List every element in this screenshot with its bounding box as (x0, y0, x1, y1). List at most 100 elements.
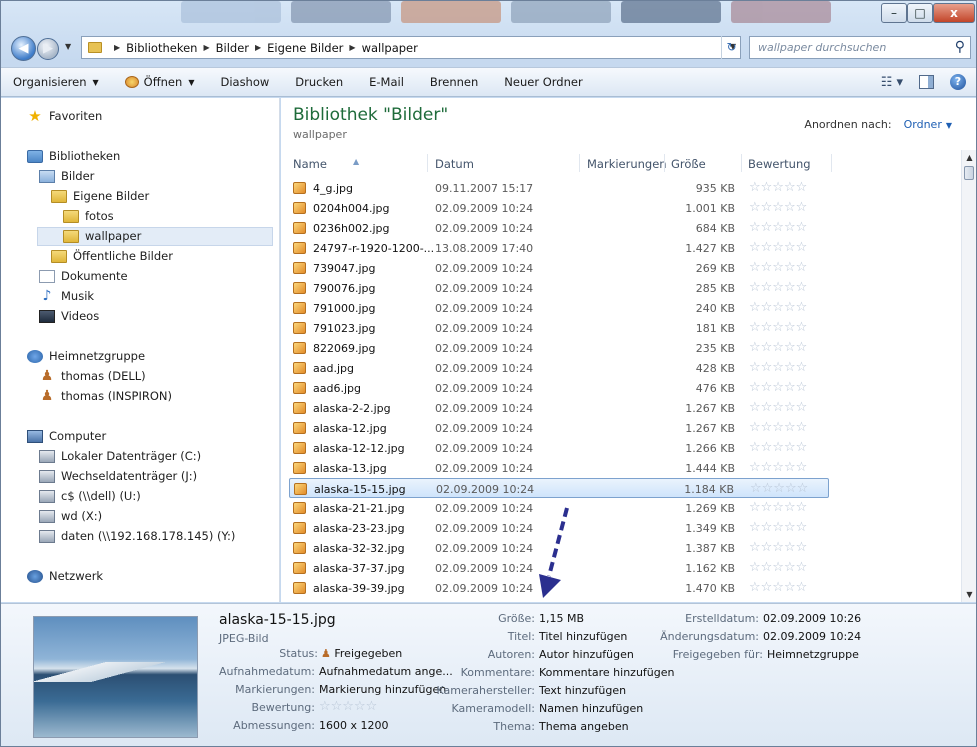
file-row[interactable]: 4_g.jpg 09.11.2007 15:17 935 KB ☆☆☆☆☆ (289, 178, 829, 198)
rating-stars[interactable]: ☆☆☆☆☆ (749, 260, 807, 275)
back-button[interactable]: ◀ (11, 36, 36, 61)
rating-stars[interactable]: ☆☆☆☆☆ (749, 360, 807, 375)
rating-stars[interactable]: ☆☆☆☆☆ (749, 540, 807, 555)
subject-value[interactable]: Thema angeben (539, 720, 629, 733)
column-divider[interactable] (427, 154, 428, 172)
rating-stars[interactable]: ☆☆☆☆☆ (749, 440, 807, 455)
nav-videos[interactable]: Videos (39, 306, 99, 326)
file-row[interactable]: 791000.jpg 02.09.2009 10:24 240 KB ☆☆☆☆☆ (289, 298, 829, 318)
file-row[interactable]: 790076.jpg 02.09.2009 10:24 285 KB ☆☆☆☆☆ (289, 278, 829, 298)
column-divider[interactable] (741, 154, 742, 172)
nav-drive-u[interactable]: c$ (\\dell) (U:) (39, 486, 141, 506)
refresh-icon[interactable]: ↻ (721, 36, 741, 59)
comments-value[interactable]: Kommentare hinzufügen (539, 666, 674, 679)
tags-value[interactable]: Markierung hinzufügen (319, 683, 446, 696)
file-row[interactable]: 0204h004.jpg 02.09.2009 10:24 1.001 KB ☆☆☆☆… (289, 198, 829, 218)
search-input[interactable]: wallpaper durchsuchen ⚲ (749, 36, 971, 59)
nav-public-pictures[interactable]: Öffentliche Bilder (51, 246, 173, 266)
rating-stars[interactable]: ☆☆☆☆☆ (749, 420, 807, 435)
arrange-value[interactable]: Ordner (904, 118, 942, 131)
column-size[interactable]: Größe (671, 157, 706, 171)
file-row[interactable]: 822069.jpg 02.09.2009 10:24 235 KB ☆☆☆☆☆ (289, 338, 829, 358)
nav-drive-y[interactable]: daten (\\192.168.178.145) (Y:) (39, 526, 235, 546)
chevron-right-icon[interactable]: ▶ (114, 43, 120, 52)
taken-value[interactable]: Aufnahmedatum ange... (319, 665, 453, 678)
file-row[interactable]: aad.jpg 02.09.2009 10:24 428 KB ☆☆☆☆☆ (289, 358, 829, 378)
nav-favorites[interactable]: ★ Favoriten (27, 106, 102, 126)
rating-stars[interactable]: ☆☆☆☆☆ (749, 380, 807, 395)
slideshow-button[interactable]: Diashow (220, 75, 269, 89)
rating-stars[interactable]: ☆☆☆☆☆ (749, 240, 807, 255)
burn-button[interactable]: Brennen (430, 75, 478, 89)
breadcrumb-libraries[interactable]: Bibliotheken (126, 41, 197, 55)
rating-stars[interactable]: ☆☆☆☆☆ (749, 500, 807, 515)
authors-value[interactable]: Autor hinzufügen (539, 648, 634, 661)
email-button[interactable]: E-Mail (369, 75, 404, 89)
breadcrumb-wallpaper[interactable]: wallpaper (362, 41, 418, 55)
column-tags[interactable]: Markierungen (587, 157, 667, 171)
column-divider[interactable] (579, 154, 580, 172)
column-divider[interactable] (664, 154, 665, 172)
rating-stars[interactable]: ☆☆☆☆☆ (749, 520, 807, 535)
rating-stars[interactable]: ☆☆☆☆☆ (749, 300, 807, 315)
breadcrumb-my-pictures[interactable]: Eigene Bilder (267, 41, 343, 55)
rating-stars[interactable]: ☆☆☆☆☆ (749, 320, 807, 335)
nav-documents[interactable]: Dokumente (39, 266, 128, 286)
camera-maker-value[interactable]: Text hinzufügen (539, 684, 626, 697)
chevron-right-icon[interactable]: ▶ (255, 43, 261, 52)
file-row[interactable]: alaska-13.jpg 02.09.2009 10:24 1.444 KB ☆☆☆… (289, 458, 829, 478)
nav-music[interactable]: ♪ Musik (39, 286, 95, 306)
change-view-icon[interactable]: ☷ ▾ (881, 75, 903, 90)
camera-model-value[interactable]: Namen hinzufügen (539, 702, 643, 715)
vertical-scrollbar[interactable]: ▲ ▼ (961, 150, 976, 602)
nav-network[interactable]: Netzwerk (27, 566, 103, 586)
forward-button[interactable]: ▶ (37, 38, 59, 60)
column-date[interactable]: Datum (435, 157, 474, 171)
file-row[interactable]: alaska-12.jpg 02.09.2009 10:24 1.267 KB ☆☆☆… (289, 418, 829, 438)
column-rating[interactable]: Bewertung (748, 157, 811, 171)
nav-my-pictures[interactable]: Eigene Bilder (51, 186, 149, 206)
help-icon[interactable]: ? (950, 74, 966, 90)
new-folder-button[interactable]: Neuer Ordner (504, 75, 582, 89)
breadcrumb-pictures[interactable]: Bilder (216, 41, 249, 55)
file-row[interactable]: 791023.jpg 02.09.2009 10:24 181 KB ☆☆☆☆☆ (289, 318, 829, 338)
column-divider[interactable] (831, 154, 832, 172)
rating-stars[interactable]: ☆☆☆☆☆ (749, 180, 807, 195)
recent-pages-dropdown-icon[interactable]: ▼ (65, 42, 71, 51)
file-row[interactable]: alaska-12-12.jpg 02.09.2009 10:24 1.266 KB… (289, 438, 829, 458)
rating-stars[interactable]: ☆☆☆☆☆ (749, 460, 807, 475)
nav-wallpaper[interactable]: wallpaper (63, 226, 141, 246)
rating-stars[interactable]: ☆☆☆☆☆ (319, 699, 377, 714)
rating-stars[interactable]: ☆☆☆☆☆ (749, 200, 807, 215)
print-button[interactable]: Drucken (295, 75, 343, 89)
title-value[interactable]: Titel hinzufügen (539, 630, 627, 643)
nav-libraries[interactable]: Bibliotheken (27, 146, 120, 166)
rating-stars[interactable]: ☆☆☆☆☆ (749, 340, 807, 355)
chevron-right-icon[interactable]: ▶ (349, 43, 355, 52)
chevron-right-icon[interactable]: ▶ (203, 43, 209, 52)
rating-stars[interactable]: ☆☆☆☆☆ (749, 560, 807, 575)
organize-button[interactable]: Organisieren ▼ (13, 75, 99, 89)
maximize-button[interactable]: □ (907, 3, 933, 23)
nav-computer[interactable]: Computer (27, 426, 106, 446)
open-button[interactable]: Öffnen ▼ (124, 75, 194, 89)
minimize-button[interactable]: – (881, 3, 907, 23)
nav-pictures[interactable]: Bilder (39, 166, 94, 186)
file-row[interactable]: alaska-15-15.jpg 02.09.2009 10:24 1.184 KB… (289, 478, 829, 498)
scroll-down-icon[interactable]: ▼ (962, 587, 977, 602)
scroll-thumb[interactable] (964, 166, 974, 180)
nav-user-inspiron[interactable]: ♟ thomas (INSPIRON) (39, 386, 172, 406)
file-row[interactable]: 24797-r-1920-1200-... 13.08.2009 17:40 1.4… (289, 238, 829, 258)
nav-user-dell[interactable]: ♟ thomas (DELL) (39, 366, 146, 386)
nav-drive-j[interactable]: Wechseldatenträger (J:) (39, 466, 197, 486)
file-row[interactable]: 0236h002.jpg 02.09.2009 10:24 684 KB ☆☆☆☆☆ (289, 218, 829, 238)
nav-drive-x[interactable]: wd (X:) (39, 506, 102, 526)
close-button[interactable]: x (933, 3, 975, 23)
file-row[interactable]: 739047.jpg 02.09.2009 10:24 269 KB ☆☆☆☆☆ (289, 258, 829, 278)
nav-drive-c[interactable]: Lokaler Datenträger (C:) (39, 446, 201, 466)
preview-pane-icon[interactable] (919, 75, 934, 89)
search-icon[interactable]: ⚲ (955, 39, 965, 55)
rating-stars[interactable]: ☆☆☆☆☆ (749, 220, 807, 235)
file-row[interactable]: aad6.jpg 02.09.2009 10:24 476 KB ☆☆☆☆☆ (289, 378, 829, 398)
scroll-up-icon[interactable]: ▲ (962, 150, 977, 165)
